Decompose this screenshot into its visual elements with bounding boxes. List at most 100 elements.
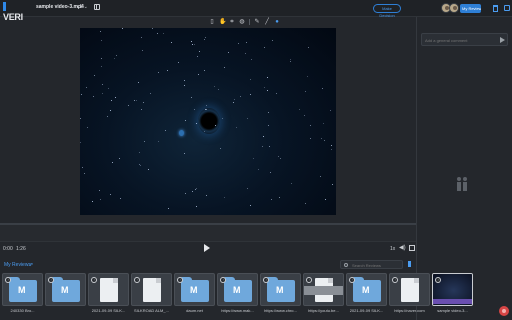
- star: [171, 42, 172, 43]
- line-tool-icon[interactable]: ╱: [264, 18, 270, 26]
- panel-right-icon[interactable]: [504, 5, 510, 11]
- star: [272, 40, 273, 41]
- make-decision-button[interactable]: Make Decision: [373, 4, 401, 18]
- external-link-icon[interactable]: ⇗: [29, 262, 33, 268]
- star: [320, 176, 321, 177]
- star: [206, 109, 207, 110]
- star: [168, 208, 169, 209]
- review-thumbnail[interactable]: ◔ https://youtu.be...: [303, 273, 344, 316]
- star: [102, 84, 103, 85]
- pen-tool-icon[interactable]: ✎: [254, 18, 260, 26]
- star: [80, 142, 81, 143]
- star: [110, 110, 111, 111]
- review-thumbnail[interactable]: M ◔: [45, 273, 86, 316]
- star: [290, 61, 291, 62]
- thumbnail-image: M ◔: [174, 273, 215, 306]
- my-reviews-button[interactable]: My Reviews ▾: [460, 4, 481, 13]
- star: [192, 44, 193, 45]
- help-bot-icon[interactable]: [499, 306, 509, 316]
- video-canvas[interactable]: [80, 28, 336, 215]
- duration: 1:26: [16, 246, 26, 252]
- document-icon: [100, 278, 118, 302]
- star: [267, 90, 268, 91]
- review-thumbnail[interactable]: ◔ https://naver.com: [389, 273, 430, 316]
- star: [324, 140, 325, 141]
- review-type-badge: ◔: [435, 277, 441, 283]
- thumbnail-image: M ◔: [217, 273, 258, 306]
- star: [251, 59, 252, 60]
- reviews-thumbnail-list: M ◔ 240330 Bro... M ◔ ◔ 2021-09-09 SILK... ◔ SIL…: [0, 273, 473, 320]
- star: [215, 125, 216, 126]
- star: [264, 87, 265, 88]
- star: [100, 199, 101, 200]
- thumbnail-caption: 240330 Bro...: [10, 308, 35, 313]
- star: [152, 28, 153, 29]
- star: [184, 153, 185, 154]
- document-tool-icon[interactable]: ▯: [209, 18, 215, 26]
- send-icon[interactable]: [500, 37, 505, 43]
- thumbnail-caption: https://www.chro...: [264, 308, 297, 313]
- comment-input[interactable]: [425, 37, 495, 43]
- my-reviews-label[interactable]: My Reviews: [4, 262, 31, 268]
- star: [138, 82, 139, 83]
- star: [191, 97, 192, 98]
- star: [111, 100, 112, 101]
- play-button[interactable]: [204, 244, 210, 252]
- star: [110, 194, 111, 195]
- text-tool-icon[interactable]: ◍: [239, 18, 245, 26]
- review-thumbnail[interactable]: ◔ 2021-09-09 SILK...: [88, 273, 129, 316]
- star: [185, 193, 186, 194]
- annotation-toolbar: ▯ ✋ ⌗ ◍ ✎ ╱ ●: [209, 17, 301, 26]
- review-thumbnail[interactable]: ◔ SILKROAD ALM_...: [131, 273, 172, 316]
- thumbnail-image: M ◔: [2, 273, 43, 306]
- timeline-area[interactable]: [0, 225, 416, 242]
- star: [278, 156, 279, 157]
- review-thumbnail[interactable]: M ◔ https://www.mak...: [217, 273, 258, 316]
- thumbnail-caption: daum.net: [186, 308, 203, 313]
- folder-badge-letter: M: [276, 285, 284, 295]
- review-thumbnail[interactable]: M ◔ https://www.chro...: [260, 273, 301, 316]
- folder-badge-letter: M: [61, 285, 69, 295]
- star: [331, 145, 332, 146]
- star: [321, 138, 322, 139]
- folder-badge-letter: M: [233, 285, 241, 295]
- star: [144, 141, 145, 142]
- review-thumbnail[interactable]: M ◔ 240330 Bro...: [2, 273, 43, 316]
- star: [276, 93, 277, 94]
- review-type-badge: ◔: [220, 277, 226, 283]
- fullscreen-icon[interactable]: [409, 245, 415, 251]
- star: [196, 123, 197, 124]
- sort-icon[interactable]: [408, 261, 411, 267]
- hand-tool-icon[interactable]: ✋: [219, 18, 226, 26]
- search-input[interactable]: [352, 262, 400, 268]
- version-selector[interactable]: v1 ⌄: [77, 4, 88, 10]
- star: [310, 125, 311, 126]
- review-type-badge: ◔: [392, 277, 398, 283]
- star: [264, 47, 265, 48]
- star: [268, 125, 269, 126]
- avatar[interactable]: [449, 3, 459, 13]
- logo-text: VERI: [3, 12, 23, 22]
- star: [108, 88, 109, 89]
- star: [87, 127, 88, 128]
- review-thumbnail[interactable]: M ◔ daum.net: [174, 273, 215, 316]
- star: [184, 80, 185, 81]
- empty-comments-icon: [457, 177, 467, 191]
- crop-tool-icon[interactable]: ⌗: [229, 18, 235, 26]
- star: [122, 28, 123, 29]
- app-logo[interactable]: VERI: [3, 2, 25, 22]
- color-picker-icon[interactable]: ●: [274, 18, 280, 26]
- review-thumbnail[interactable]: ◔ sample video-3...: [432, 273, 473, 316]
- volume-icon[interactable]: ◀): [399, 245, 406, 252]
- star: [224, 197, 225, 198]
- star: [94, 75, 95, 76]
- trash-icon[interactable]: [493, 5, 498, 12]
- star: [331, 149, 332, 150]
- playback-speed[interactable]: 1x: [390, 246, 395, 252]
- review-thumbnail[interactable]: M ◔ 2021-09-09 SILK...: [346, 273, 387, 316]
- star: [236, 127, 237, 128]
- star: [233, 102, 234, 103]
- review-type-badge: ◔: [91, 277, 97, 283]
- panel-toggle-icon[interactable]: [94, 4, 100, 10]
- star: [185, 120, 186, 121]
